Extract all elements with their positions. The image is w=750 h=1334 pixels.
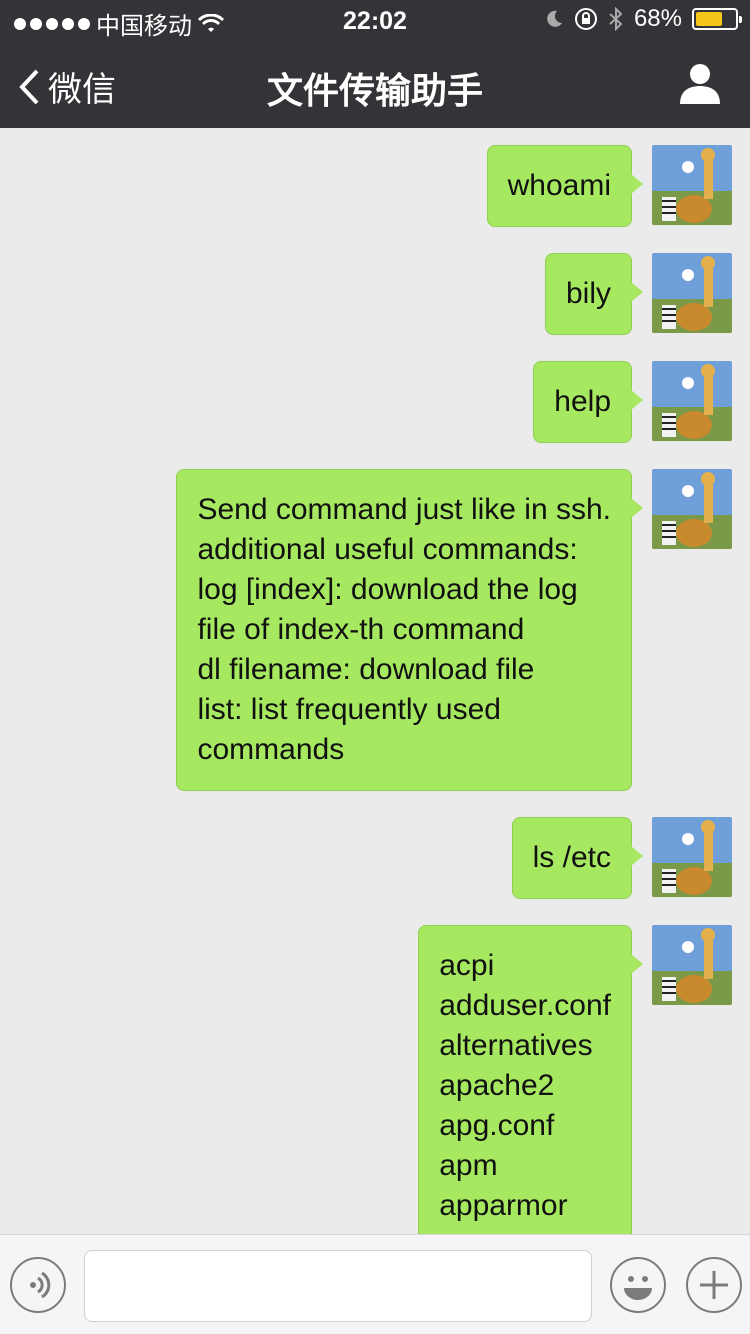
rotation-lock-icon xyxy=(574,8,597,30)
status-right: 68% xyxy=(544,5,742,33)
more-button[interactable] xyxy=(686,1257,742,1313)
voice-button[interactable] xyxy=(10,1257,66,1313)
avatar[interactable] xyxy=(652,253,732,333)
back-label: 微信 xyxy=(48,71,116,109)
navigation-bar: 微信 文件传输助手 xyxy=(0,40,750,128)
message-text-line: help xyxy=(554,385,611,418)
message-bubble[interactable]: help xyxy=(533,361,643,443)
message-text-line: alternatives xyxy=(439,1029,593,1062)
message-input[interactable] xyxy=(84,1250,592,1322)
message-text-line: adduser.conf xyxy=(439,989,611,1022)
voice-icon xyxy=(30,1271,51,1299)
message-row: ls /etc xyxy=(511,817,732,899)
message-row: Send command just like in ssh. additional… xyxy=(176,469,732,791)
plus-icon xyxy=(700,1271,728,1299)
avatar[interactable] xyxy=(652,817,732,897)
message-text-line: whoami xyxy=(507,169,611,202)
message-bubble[interactable]: whoami xyxy=(486,145,644,227)
message-bubble[interactable]: bily xyxy=(544,253,644,335)
chat-area[interactable]: whoami bily help Send command just like … xyxy=(0,128,750,1234)
message-bubble[interactable]: ls /etc xyxy=(511,817,644,899)
message-row: whoami xyxy=(486,145,732,227)
message-text-line: log [index]: download the log xyxy=(197,573,578,606)
message-row: bily xyxy=(544,253,732,335)
avatar[interactable] xyxy=(652,469,732,549)
message-row: acpi adduser.conf alternatives apache2 apg.c… xyxy=(418,925,732,1234)
message-text-line: file of index-th command xyxy=(197,613,525,646)
message-text-line: ls /etc xyxy=(532,841,611,874)
input-bar xyxy=(0,1234,750,1334)
message-text-line: Send command just like in ssh. xyxy=(197,493,611,526)
moon-icon xyxy=(547,10,562,27)
message-row: help xyxy=(533,361,732,443)
back-button[interactable]: 微信 xyxy=(18,62,116,111)
message-text-line: commands xyxy=(197,733,345,766)
message-text-line: apache2 xyxy=(439,1069,555,1102)
chevron-left-icon xyxy=(19,69,39,104)
message-bubble[interactable]: acpi adduser.conf alternatives apache2 apg.c… xyxy=(418,925,643,1234)
message-text-line: apm xyxy=(439,1149,498,1182)
message-text-line: list: list frequently used xyxy=(197,693,501,726)
status-bar: 中国移动 22:02 68% xyxy=(0,0,750,40)
top-bar: 中国移动 22:02 68% 微信 文件传输助手 xyxy=(0,0,750,128)
avatar[interactable] xyxy=(652,361,732,441)
message-text-line: apg.conf xyxy=(439,1109,555,1142)
message-bubble[interactable]: Send command just like in ssh. additional… xyxy=(176,469,643,791)
message-text-line: additional useful commands: xyxy=(197,533,578,566)
smiley-icon xyxy=(624,1276,652,1300)
message-text-line: apparmor xyxy=(439,1189,568,1222)
message-text-line: acpi xyxy=(439,949,495,982)
emoji-button[interactable] xyxy=(610,1257,666,1313)
chat-info-user-icon[interactable] xyxy=(678,62,722,106)
avatar[interactable] xyxy=(652,925,732,1005)
message-text-line: dl filename: download file xyxy=(197,653,535,686)
battery-level-fill xyxy=(696,12,722,26)
battery-icon xyxy=(692,8,742,30)
message-text-line: bily xyxy=(565,277,611,310)
bluetooth-icon xyxy=(609,7,623,31)
battery-percent: 68% xyxy=(633,5,682,32)
avatar[interactable] xyxy=(652,145,732,225)
